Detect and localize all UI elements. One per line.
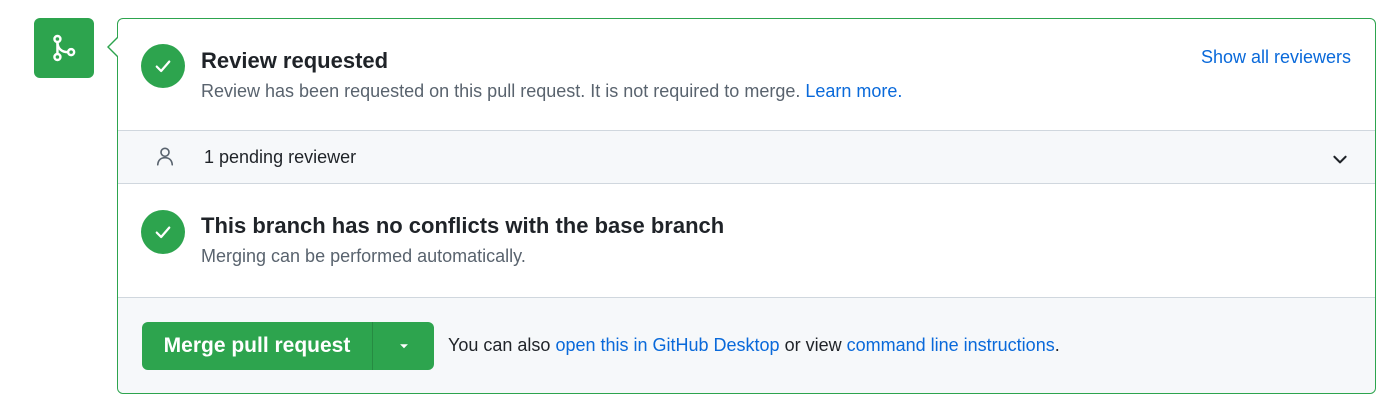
check-icon [155,60,171,73]
check-icon [155,226,171,239]
command-line-instructions-link[interactable]: command line instructions [847,335,1055,355]
learn-more-link[interactable]: Learn more. [805,81,902,101]
conflicts-description: Merging can be performed automatically. [201,246,526,266]
review-requested-section: Review requested Review has been request… [118,19,1375,130]
conflicts-status-badge [141,210,185,254]
conflicts-section: This branch has no conflicts with the ba… [118,184,1375,297]
person-icon [156,147,174,166]
merge-method-dropdown-button[interactable] [372,322,434,370]
merge-hint-suffix: . [1054,335,1060,355]
merge-actions-section: Merge pull request You can also open thi… [118,297,1375,393]
merge-pull-request-button[interactable]: Merge pull request [142,322,372,370]
chevron-down-icon[interactable] [1331,150,1349,168]
show-all-reviewers-link[interactable]: Show all reviewers [1201,47,1351,68]
review-description: Review has been requested on this pull r… [201,81,902,102]
open-in-desktop-link[interactable]: open this in GitHub Desktop [555,335,779,355]
conflicts-title: This branch has no conflicts with the ba… [201,213,725,238]
pending-reviewer-count: 1 pending reviewer [204,147,357,167]
triangle-down-icon [399,344,408,349]
merge-hint-prefix: You can also [448,335,551,355]
review-status-badge [141,44,185,88]
timeline-merge-badge [34,18,94,78]
pending-reviewers-row[interactable]: 1 pending reviewer [118,130,1375,184]
merge-hint-middle: or view [784,335,842,355]
merge-button-group: Merge pull request [142,322,434,370]
review-title: Review requested [201,48,389,73]
merge-hint-text: You can also open this in GitHub Desktop… [448,335,1060,356]
review-description-text: Review has been requested on this pull r… [201,81,801,101]
git-merge-icon [53,34,76,62]
merge-status-panel: Review requested Review has been request… [117,18,1376,394]
panel-pointer-fill [109,38,118,56]
